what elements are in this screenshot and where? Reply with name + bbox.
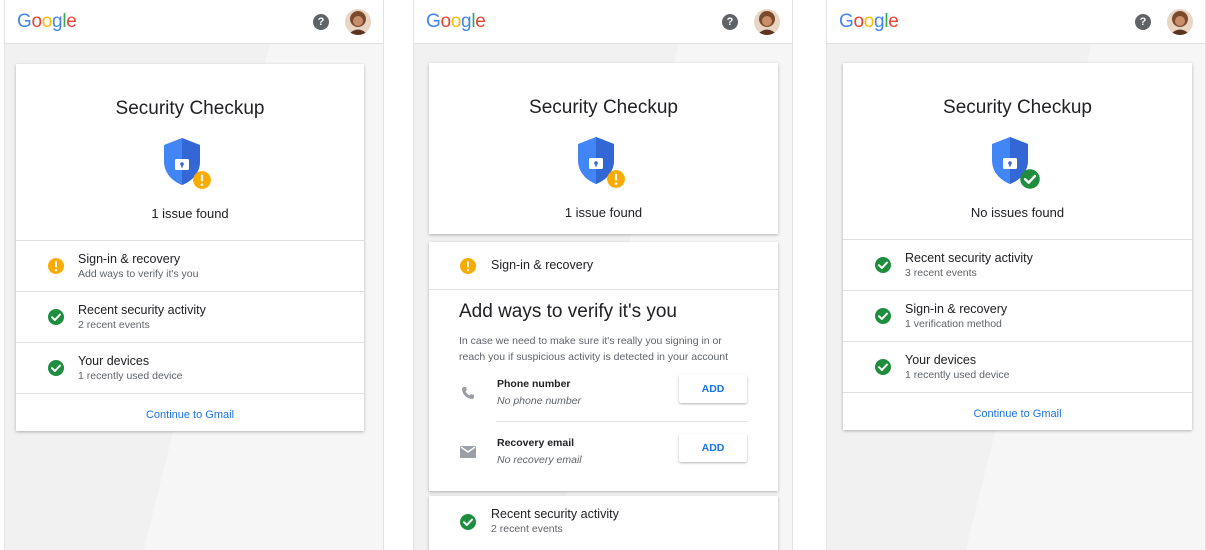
panel-add-verification: Google ? Security Checkup 1 issue found … bbox=[413, 0, 793, 550]
warning-badge-icon bbox=[192, 170, 212, 190]
method-value: No phone number bbox=[497, 395, 582, 407]
method-title: Recovery email bbox=[497, 437, 575, 449]
item-title: Recent security activity bbox=[78, 303, 206, 317]
check-circle-icon bbox=[874, 358, 892, 376]
list-item-recent-activity[interactable]: Recent security activity 2 recent events bbox=[16, 291, 364, 342]
panel-issue-found: Google ? Security Checkup 1 issue found … bbox=[4, 0, 384, 550]
shield-check-icon bbox=[988, 133, 1048, 193]
help-icon[interactable]: ? bbox=[1135, 13, 1151, 30]
help-icon[interactable]: ? bbox=[313, 13, 329, 30]
item-title: Recent security activity bbox=[491, 507, 619, 521]
list-item-your-devices[interactable]: Your devices 1 recently used device bbox=[16, 342, 364, 393]
signin-recovery-card: Sign-in & recovery Add ways to verify it… bbox=[429, 242, 778, 491]
item-subtitle: 2 recent events bbox=[491, 523, 563, 535]
help-icon[interactable]: ? bbox=[722, 13, 738, 30]
item-subtitle: 3 recent events bbox=[905, 267, 977, 279]
top-bar: Google ? bbox=[414, 0, 792, 44]
add-phone-button[interactable]: ADD bbox=[679, 375, 747, 403]
top-bar: Google ? bbox=[827, 0, 1205, 44]
section-header[interactable]: Sign-in & recovery bbox=[429, 242, 778, 290]
list-item-your-devices[interactable]: Your devices 1 recently used device bbox=[843, 341, 1192, 392]
list-item-recent-activity[interactable]: Recent security activity 3 recent events bbox=[843, 239, 1192, 290]
mail-icon bbox=[460, 446, 476, 458]
card-title: Security Checkup bbox=[115, 98, 265, 119]
status-text: No issues found bbox=[970, 205, 1065, 220]
item-title: Your devices bbox=[78, 354, 150, 368]
item-subtitle: 1 recently used device bbox=[78, 370, 183, 382]
item-subtitle: 2 recent events bbox=[78, 319, 150, 331]
detail-heading: Add ways to verify it's you bbox=[459, 301, 677, 322]
check-badge-icon bbox=[1019, 168, 1041, 190]
avatar-icon bbox=[345, 9, 371, 35]
detail-description: In case we need to make sure it's really… bbox=[459, 333, 759, 365]
continue-to-gmail-link[interactable]: Continue to Gmail bbox=[843, 392, 1192, 434]
item-title: Sign-in & recovery bbox=[905, 302, 1008, 316]
method-title: Phone number bbox=[497, 378, 571, 390]
avatar[interactable] bbox=[345, 9, 371, 35]
check-circle-icon bbox=[459, 513, 477, 531]
phone-icon bbox=[462, 387, 474, 399]
google-logo[interactable]: Google bbox=[426, 11, 486, 33]
security-checkup-card: Security Checkup 1 issue found Sign-in &… bbox=[16, 64, 364, 431]
panel-no-issues: Google ? Security Checkup No issues foun… bbox=[826, 0, 1206, 550]
status-text: 1 issue found bbox=[151, 206, 229, 221]
method-value: No recovery email bbox=[497, 454, 582, 466]
check-circle-icon bbox=[47, 359, 65, 377]
detail-description-line: reach you if suspicious activity is dete… bbox=[459, 351, 729, 363]
detail-description-line: In case we need to make sure it's really… bbox=[459, 335, 722, 347]
item-title: Your devices bbox=[905, 353, 977, 367]
item-subtitle: Add ways to verify it's you bbox=[78, 268, 199, 280]
warning-badge-icon bbox=[606, 169, 626, 189]
avatar-icon bbox=[754, 9, 780, 35]
card-title: Security Checkup bbox=[943, 97, 1092, 118]
method-phone-number: Phone number No phone number ADD bbox=[429, 375, 778, 421]
method-recovery-email: Recovery email No recovery email ADD bbox=[429, 434, 778, 480]
avatar[interactable] bbox=[754, 9, 780, 35]
warning-icon bbox=[459, 257, 477, 275]
avatar[interactable] bbox=[1167, 9, 1193, 35]
shield-warning-icon bbox=[160, 134, 220, 194]
item-subtitle: 1 verification method bbox=[905, 318, 1002, 330]
security-checkup-card: Security Checkup No issues found Recent … bbox=[843, 63, 1192, 430]
check-circle-icon bbox=[874, 256, 892, 274]
item-subtitle: 1 recently used device bbox=[905, 369, 1010, 381]
check-circle-icon bbox=[47, 308, 65, 326]
warning-icon bbox=[47, 257, 65, 275]
card-title: Security Checkup bbox=[529, 97, 678, 118]
shield-warning-icon bbox=[574, 133, 634, 193]
avatar-icon bbox=[1167, 9, 1193, 35]
security-checkup-card: Security Checkup 1 issue found bbox=[429, 63, 778, 234]
google-logo[interactable]: Google bbox=[17, 11, 77, 33]
list-item-signin-recovery[interactable]: Sign-in & recovery Add ways to verify it… bbox=[16, 240, 364, 291]
top-bar: Google ? bbox=[5, 0, 383, 44]
divider bbox=[496, 421, 747, 422]
google-logo[interactable]: Google bbox=[839, 11, 899, 33]
check-circle-icon bbox=[874, 307, 892, 325]
section-title: Sign-in & recovery bbox=[491, 258, 594, 272]
item-title: Sign-in & recovery bbox=[78, 252, 181, 266]
continue-to-gmail-link[interactable]: Continue to Gmail bbox=[16, 393, 364, 435]
status-text: 1 issue found bbox=[564, 205, 643, 220]
item-title: Recent security activity bbox=[905, 251, 1033, 265]
recent-activity-card[interactable]: Recent security activity 2 recent events bbox=[429, 496, 778, 550]
item-text: Recent security activity 2 recent events bbox=[491, 507, 619, 535]
add-recovery-email-button[interactable]: ADD bbox=[679, 434, 747, 462]
list-item-signin-recovery[interactable]: Sign-in & recovery 1 verification method bbox=[843, 290, 1192, 341]
